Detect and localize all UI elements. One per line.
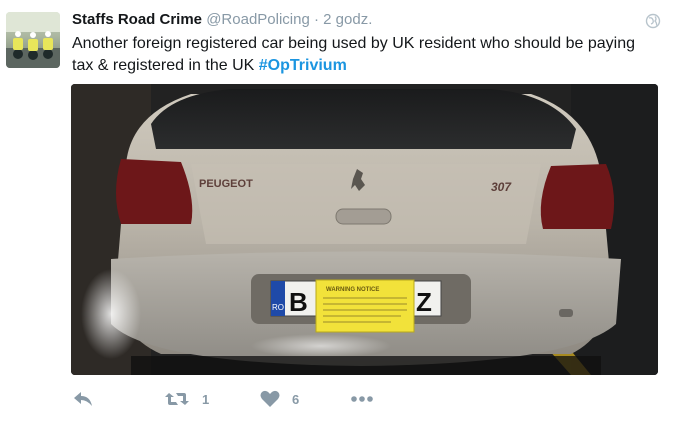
like-button[interactable]: 6 (260, 386, 299, 412)
tweet-photo[interactable]: PEUGEOT 307 RO B Z WARNING NOTICE (71, 84, 658, 375)
reply-icon (72, 390, 94, 408)
reply-button[interactable] (72, 386, 94, 412)
separator-dot: · (314, 11, 319, 28)
tweet-card: Staffs Road Crime @RoadPolicing · 2 godz… (0, 0, 674, 425)
tweet-text: Another foreign registered car being use… (72, 33, 657, 77)
author-name[interactable]: Staffs Road Crime (72, 11, 202, 28)
retweet-button[interactable]: 1 (164, 386, 209, 412)
author-handle[interactable]: @RoadPolicing (206, 11, 310, 28)
tweet-body: Another foreign registered car being use… (72, 35, 636, 74)
timestamp[interactable]: 2 godz. (323, 11, 372, 28)
more-button[interactable] (350, 386, 374, 412)
heart-icon (260, 390, 280, 408)
hashtag-link[interactable]: #OpTrivium (259, 57, 347, 74)
warning-notice-title: WARNING NOTICE (326, 287, 379, 293)
plate-left-char: B (289, 287, 308, 317)
plate-country: RO (272, 303, 284, 312)
plate-right-char: Z (416, 287, 432, 317)
tweet-actions: 1 6 (72, 386, 592, 412)
like-count: 6 (292, 391, 300, 407)
retweet-icon (164, 390, 190, 408)
retweet-count: 1 (202, 391, 210, 407)
globe-icon (645, 13, 661, 29)
tweet-header: Staffs Road Crime @RoadPolicing · 2 godz… (72, 11, 372, 28)
avatar[interactable] (6, 12, 60, 68)
model-badge: 307 (491, 180, 512, 194)
peugeot-badge: PEUGEOT (199, 178, 253, 190)
more-icon (350, 395, 374, 403)
